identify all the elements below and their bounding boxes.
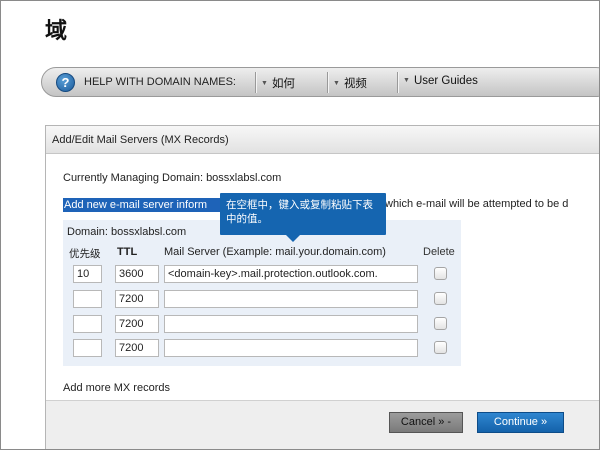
selected-instruction-text: Add new e-mail server inform <box>63 198 223 212</box>
table-row: 7200 <box>63 290 483 310</box>
table-row: 10 3600 <domain-key>.mail.protection.out… <box>63 265 483 285</box>
mail-server-input[interactable]: <domain-key>.mail.protection.outlook.com… <box>164 265 418 283</box>
separator <box>327 72 328 93</box>
delete-checkbox[interactable] <box>434 267 447 280</box>
help-link-label: 如何 <box>271 78 295 90</box>
ttl-input[interactable]: 7200 <box>115 339 159 357</box>
priority-input[interactable] <box>73 339 102 357</box>
panel-footer: Cancel » - Continue » <box>46 400 599 449</box>
ttl-input[interactable]: 7200 <box>115 315 159 333</box>
delete-checkbox[interactable] <box>434 317 447 330</box>
delete-checkbox[interactable] <box>434 292 447 305</box>
mx-records-table: Domain: bossxlabsl.com 优先级 TTL Mail Serv… <box>63 220 461 366</box>
mail-server-input[interactable] <box>164 315 418 333</box>
column-header-priority: 优先级 <box>69 248 101 260</box>
callout-text: 在空框中，键入或复制粘贴下表中的值。 <box>226 199 373 225</box>
help-link-how-to[interactable]: ▼ 如何 <box>261 75 295 91</box>
column-header-mail-server: Mail Server (Example: mail.your.domain.c… <box>164 246 386 258</box>
page-title: 域 <box>45 19 68 44</box>
help-link-label: 视频 <box>343 78 367 90</box>
column-header-ttl: TTL <box>117 246 138 258</box>
instruction-text: which e-mail will be attempted to be d <box>385 198 569 210</box>
separator <box>255 72 256 93</box>
continue-button[interactable]: Continue » <box>477 412 564 433</box>
managing-domain-text: Currently Managing Domain: bossxlabsl.co… <box>63 172 282 184</box>
panel-title: Add/Edit Mail Servers (MX Records) <box>52 134 229 146</box>
priority-input[interactable] <box>73 315 102 333</box>
table-row: 7200 <box>63 339 483 359</box>
help-link-label: User Guides <box>413 75 478 87</box>
add-more-mx-records-link[interactable]: Add more MX records <box>63 382 170 394</box>
page-frame: 域 ? HELP WITH DOMAIN NAMES: ▼ 如何 ▼ 视频 ▼ Use… <box>0 0 600 450</box>
mx-records-panel: Add/Edit Mail Servers (MX Records) Curre… <box>45 125 599 449</box>
help-link-videos[interactable]: ▼ 视频 <box>333 75 367 91</box>
chevron-down-icon: ▼ <box>333 80 340 87</box>
priority-input[interactable]: 10 <box>73 265 102 283</box>
ttl-input[interactable]: 7200 <box>115 290 159 308</box>
chevron-down-icon: ▼ <box>403 77 410 84</box>
help-bar-label: HELP WITH DOMAIN NAMES: <box>84 76 236 88</box>
priority-input[interactable] <box>73 290 102 308</box>
separator <box>397 72 398 93</box>
ttl-input[interactable]: 3600 <box>115 265 159 283</box>
table-row: 7200 <box>63 315 483 335</box>
mail-server-input[interactable] <box>164 339 418 357</box>
help-link-user-guides[interactable]: ▼ User Guides <box>403 75 478 87</box>
cancel-button[interactable]: Cancel » - <box>389 412 463 433</box>
domain-label: Domain: bossxlabsl.com <box>67 226 187 238</box>
help-question-icon[interactable]: ? <box>56 73 75 92</box>
callout-tooltip: 在空框中，键入或复制粘贴下表中的值。 <box>220 193 386 242</box>
panel-header: Add/Edit Mail Servers (MX Records) <box>46 126 599 154</box>
help-bar: ? HELP WITH DOMAIN NAMES: ▼ 如何 ▼ 视频 ▼ User … <box>41 67 599 97</box>
column-header-delete: Delete <box>423 246 455 258</box>
chevron-down-icon: ▼ <box>261 80 268 87</box>
callout-arrow <box>286 235 300 242</box>
delete-checkbox[interactable] <box>434 341 447 354</box>
mail-server-input[interactable] <box>164 290 418 308</box>
